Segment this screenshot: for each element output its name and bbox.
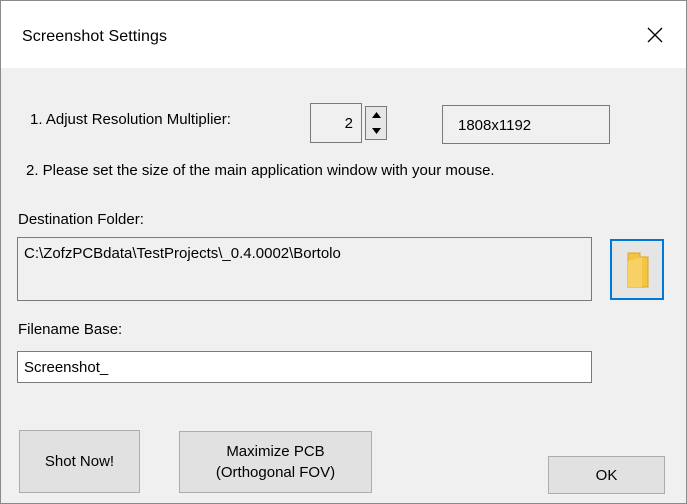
close-icon	[647, 27, 663, 43]
shot-now-button[interactable]: Shot Now!	[19, 430, 140, 493]
ok-label: OK	[595, 466, 618, 484]
ok-button[interactable]: OK	[548, 456, 665, 494]
arrow-up-icon	[371, 112, 381, 118]
close-button[interactable]	[626, 1, 686, 68]
instruction-text: 2. Please set the size of the main appli…	[26, 162, 495, 179]
screenshot-settings-dialog: Screenshot Settings 1. Adjust Resolution…	[0, 0, 687, 504]
arrow-down-icon	[371, 128, 381, 134]
multiplier-spinner	[365, 106, 387, 140]
resolution-value: 1808x1192	[458, 117, 532, 134]
browse-folder-button[interactable]	[610, 239, 664, 300]
destination-folder-label: Destination Folder:	[18, 211, 144, 228]
destination-path: C:\ZofzPCBdata\TestProjects\_0.4.0002\Bo…	[24, 245, 341, 262]
multiplier-value: 2	[344, 115, 353, 132]
multiplier-field[interactable]: 2	[310, 103, 362, 143]
maximize-pcb-label-line1: Maximize PCB	[226, 443, 325, 460]
filename-base-input[interactable]	[17, 351, 592, 383]
shot-now-label: Shot Now!	[44, 453, 115, 470]
maximize-pcb-button[interactable]: Maximize PCB (Orthogonal FOV)	[179, 431, 372, 493]
filename-base-label: Filename Base:	[18, 321, 123, 338]
resolution-display: 1808x1192	[442, 105, 610, 144]
spin-up-button[interactable]	[366, 107, 386, 124]
folder-icon	[627, 252, 649, 288]
destination-folder-field: C:\ZofzPCBdata\TestProjects\_0.4.0002\Bo…	[17, 237, 592, 301]
window-title: Screenshot Settings	[22, 28, 168, 45]
maximize-pcb-label-line2: (Orthogonal FOV)	[215, 464, 336, 481]
resolution-multiplier-label: 1. Adjust Resolution Multiplier:	[30, 111, 231, 128]
title-bar: Screenshot Settings	[1, 1, 686, 68]
spin-down-button[interactable]	[366, 123, 386, 139]
